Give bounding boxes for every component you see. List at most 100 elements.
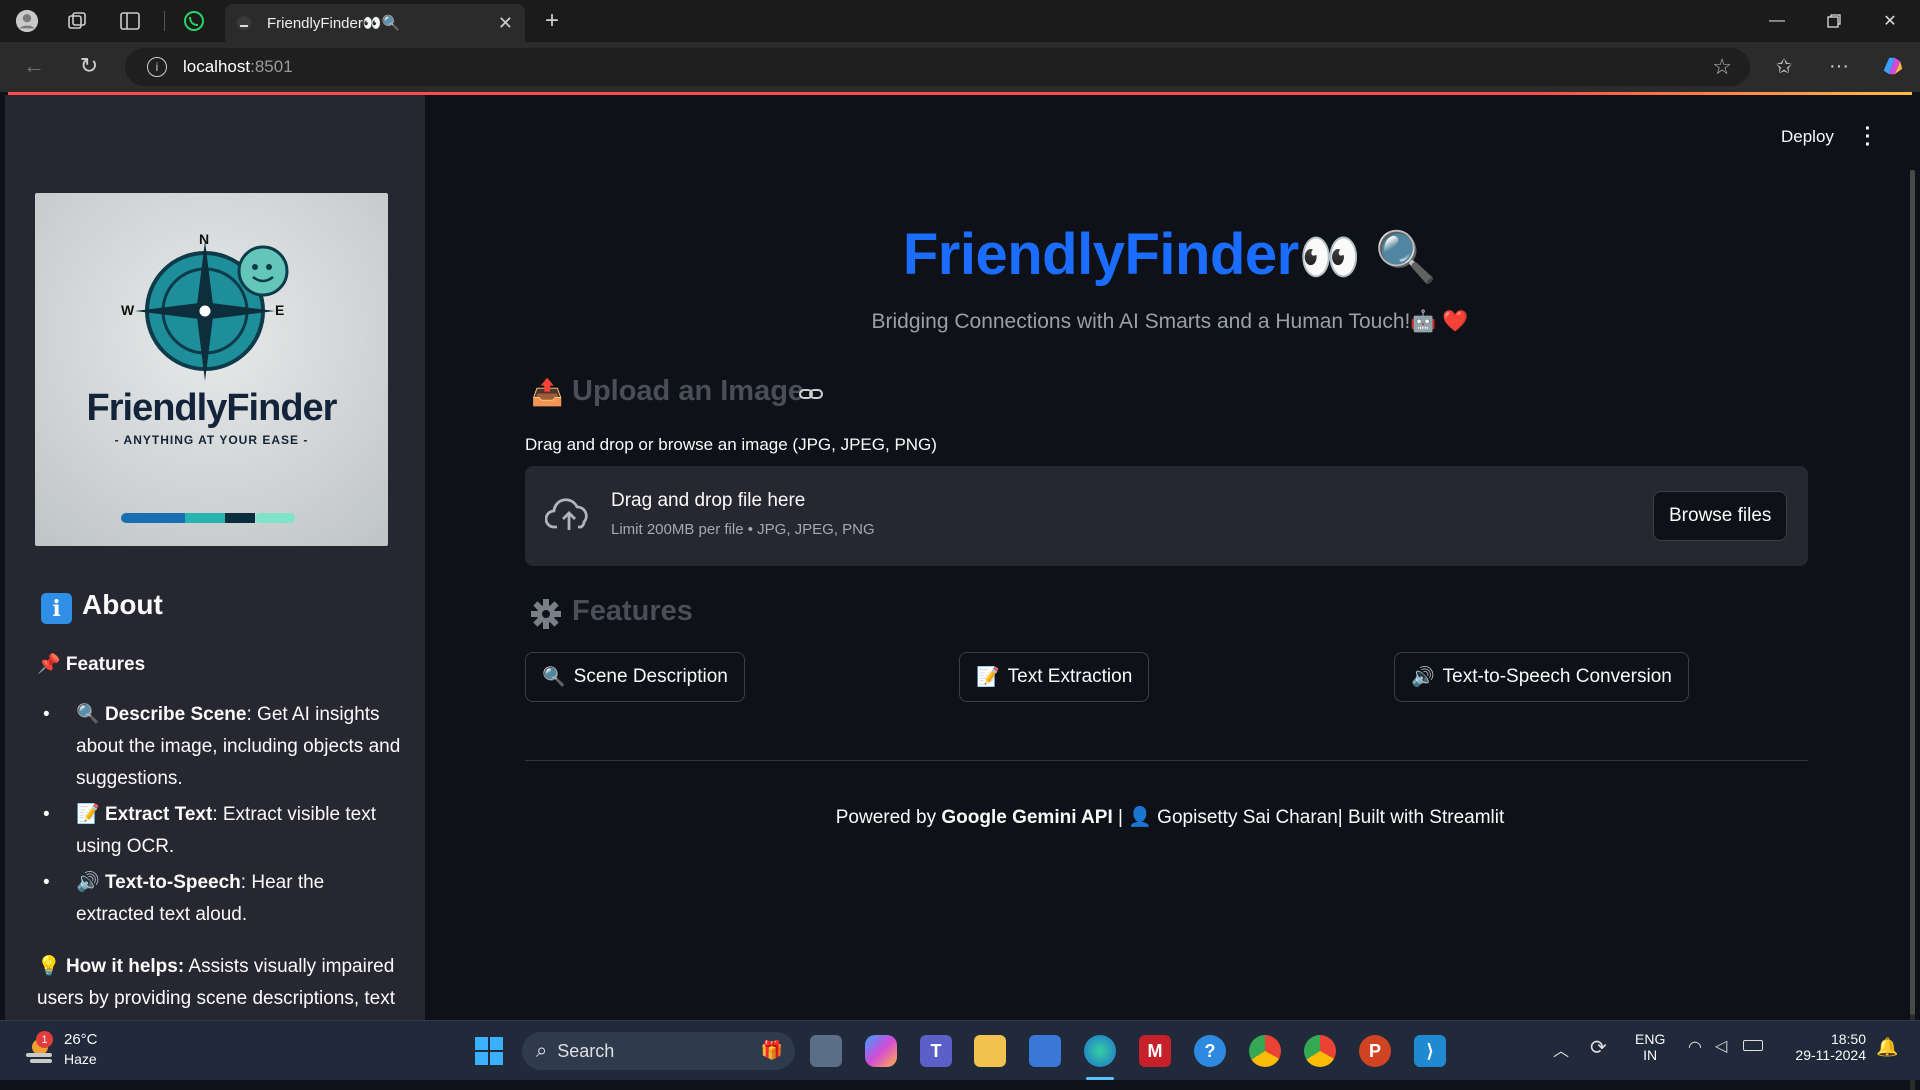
lightbulb-icon: 💡 [37,956,61,977]
main-menu-icon[interactable]: · · · [1863,119,1873,155]
copilot-taskbar-icon[interactable] [865,1035,897,1067]
list-item: • 📝 Extract Text: Extract visible text u… [35,799,405,863]
speaker-icon: 🔊 [76,872,100,893]
help-icon[interactable]: ? [1194,1035,1226,1067]
url-port: :8501 [250,57,293,76]
whatsapp-tab-icon[interactable] [182,9,206,33]
tray-chevron-icon[interactable]: ︿ [1553,1037,1569,1061]
active-tab[interactable]: FriendlyFinder👀🔍 ✕ [225,4,525,42]
taskbar-search[interactable]: ⌕ Search 🎁 [522,1032,795,1070]
lang-bottom: IN [1643,1047,1658,1063]
text-extraction-button[interactable]: 📝 Text Extraction [959,652,1150,702]
logo-tagline: - ANYTHING AT YOUR EASE - [114,433,309,447]
tab-actions-icon[interactable] [118,9,142,33]
compass-e-label: E [275,302,285,318]
button-label: Scene Description [573,666,728,687]
mcafee-icon[interactable]: M [1139,1035,1171,1067]
refresh-icon[interactable]: ↻ [77,53,101,78]
deploy-button[interactable]: Deploy [1781,127,1834,147]
text-to-speech-button[interactable]: 🔊 Text-to-Speech Conversion [1394,652,1689,702]
footer-rest: Gopisetty Sai Charan| Built with Streaml… [1151,807,1505,828]
new-tab-icon[interactable]: + [540,7,564,34]
file-explorer-icon[interactable] [974,1035,1006,1067]
speaker-icon: 🔊 [1411,667,1435,688]
sidebar: N W E FriendlyFinder - ANYTHING AT YOUR … [5,95,425,1020]
footer-api: Google Gemini API [941,807,1113,828]
battery-icon[interactable] [1743,1040,1763,1051]
copilot-icon[interactable] [1880,54,1904,78]
weather-desc: Haze [64,1051,97,1067]
wifi-icon[interactable]: ◠ [1688,1037,1702,1057]
windows-start-icon[interactable] [473,1035,505,1067]
footer: Powered by Google Gemini API | 👤 Gopiset… [425,805,1915,829]
weather-badge: 1 [36,1031,53,1048]
tab-title: FriendlyFinder👀🔍 [267,15,401,32]
scrollbar-thumb[interactable] [1910,170,1915,1015]
restore-icon[interactable] [1814,8,1854,34]
eyes-magnifier-icon: 👀 🔍 [1298,229,1438,285]
feature-title: Extract Text [104,804,213,825]
upload-heading: Upload an Image [572,375,805,407]
weather-icon[interactable]: 1 [22,1031,54,1065]
edge-icon[interactable] [1084,1035,1116,1067]
scene-description-button[interactable]: 🔍 Scene Description [525,652,745,702]
site-info-icon[interactable]: i [147,57,167,77]
minimize-icon[interactable]: — [1757,8,1797,34]
chrome-icon[interactable] [1249,1035,1281,1067]
workspaces-icon[interactable] [65,9,89,33]
chrome-profile-icon[interactable] [1304,1035,1336,1067]
address-bar[interactable]: i localhost:8501 ☆ [125,48,1750,86]
tab-divider [164,11,165,31]
logo-brand-text: FriendlyFinder [86,387,338,429]
main-content: Deploy · · · FriendlyFinder👀 🔍 Bridging Co… [425,95,1915,1090]
info-icon: i [41,593,72,624]
vscode-icon[interactable]: ⟩ [1414,1035,1446,1067]
browse-files-button[interactable]: Browse files [1653,491,1788,541]
profile-icon[interactable] [15,9,39,33]
footer-divider [525,760,1808,761]
anchor-link-icon[interactable] [798,384,824,409]
how-title: How it helps: [65,956,185,977]
clock-time: 18:50 [1830,1031,1866,1047]
favorites-icon[interactable]: ✩ [1772,54,1796,78]
memo-icon: 📝 [76,804,100,825]
more-options-icon[interactable]: ··· [1827,54,1851,78]
scrollbar[interactable] [1910,170,1915,1090]
store-icon[interactable] [1029,1035,1061,1067]
bullet-icon: • [43,804,50,825]
page-subtitle: Bridging Connections with AI Smarts and … [871,310,1469,333]
close-window-icon[interactable]: ✕ [1870,8,1910,34]
page-title: FriendlyFinder [902,222,1299,287]
button-label: Text Extraction [1007,666,1133,687]
list-item: • 🔍 Describe Scene: Get AI insights abou… [35,699,405,795]
language-indicator[interactable]: ENG IN [1635,1031,1665,1063]
sync-icon[interactable]: ⟳ [1590,1035,1607,1060]
footer-sep: | [1112,807,1129,828]
back-icon[interactable]: ← [22,53,46,78]
dropzone-title: Drag and drop file here [611,490,806,511]
author-icon: 👤 [1128,807,1152,828]
powerpoint-icon[interactable]: P [1359,1035,1391,1067]
search-label: Search [557,1040,615,1061]
bullet-icon: • [43,872,50,893]
clock[interactable]: 18:50 29-11-2024 [1786,1031,1866,1063]
magnifier-icon: 🔍 [76,704,100,725]
browser-title-bar: FriendlyFinder👀🔍 ✕ + — ✕ [0,0,1920,42]
notification-bell-icon[interactable]: 🔔 [1876,1037,1898,1058]
close-tab-icon[interactable]: ✕ [498,13,513,34]
clock-date: 29-11-2024 [1795,1047,1866,1063]
gear-icon [530,598,562,635]
magnifier-icon: 🔍 [542,667,566,688]
compass-w-label: W [121,302,135,318]
task-view-icon[interactable] [810,1035,842,1067]
favorite-star-icon[interactable]: ☆ [1712,54,1732,80]
upload-outbox-icon: 📤 [531,377,564,407]
button-label: Text-to-Speech Conversion [1442,666,1672,687]
lang-top: ENG [1635,1031,1666,1047]
teams-icon[interactable]: T [920,1035,952,1067]
how-it-helps: 💡 How it helps: Assists visually impaire… [37,951,407,1015]
features-heading: Features [572,595,693,627]
file-dropzone[interactable]: Drag and drop file here Limit 200MB per … [525,466,1808,566]
feature-title: Describe Scene [104,704,247,725]
volume-icon[interactable]: ◁ [1715,1036,1727,1056]
